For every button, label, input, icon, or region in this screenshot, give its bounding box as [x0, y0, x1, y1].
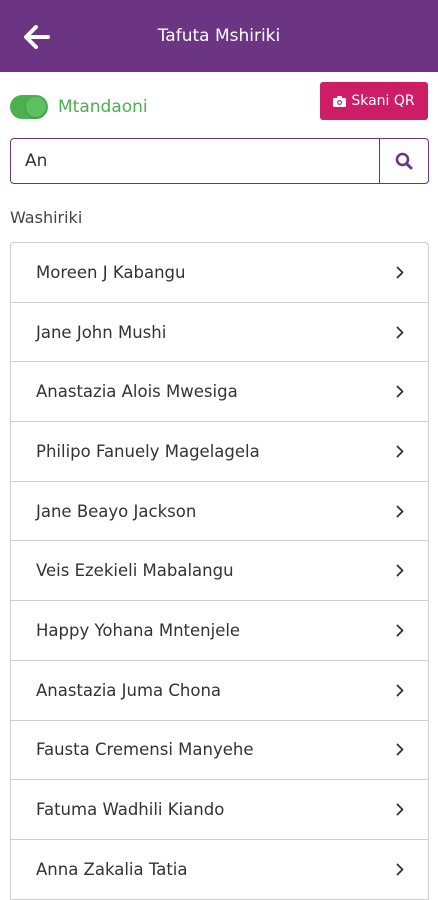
chevron-right-icon — [394, 325, 406, 339]
page-title: Tafuta Mshiriki — [157, 26, 281, 46]
search-button[interactable] — [379, 139, 428, 183]
participant-item[interactable]: Veis Ezekieli Mabalangu — [11, 541, 428, 602]
scan-qr-label: Skani QR — [351, 93, 415, 109]
participant-item[interactable]: Philipo Fanuely Magelagela — [11, 422, 428, 482]
participant-name: Veis Ezekieli Mabalangu — [36, 561, 234, 581]
chevron-right-icon — [394, 444, 406, 458]
online-toggle-row: Mtandaoni — [10, 92, 148, 122]
chevron-right-icon — [394, 623, 406, 637]
participant-name: Philipo Fanuely Magelagela — [36, 441, 260, 461]
chevron-right-icon — [394, 743, 406, 757]
online-toggle-label: Mtandaoni — [58, 97, 148, 117]
chevron-right-icon — [394, 683, 406, 697]
participant-name: Anna Zakalia Tatia — [36, 859, 188, 879]
camera-icon — [333, 95, 347, 107]
toggle-knob — [26, 97, 46, 117]
participants-heading: Washiriki — [10, 208, 83, 227]
participant-name: Jane John Mushi — [36, 322, 167, 342]
scan-qr-button[interactable]: Skani QR — [320, 82, 428, 120]
chevron-right-icon — [394, 385, 406, 399]
search-icon — [395, 152, 413, 170]
participant-name: Moreen J Kabangu — [36, 262, 186, 282]
online-toggle[interactable] — [10, 95, 48, 119]
chevron-right-icon — [394, 504, 406, 518]
participant-item[interactable]: Anastazia Juma Chona — [11, 661, 428, 721]
search-bar — [10, 138, 429, 184]
participant-item[interactable]: Happy Yohana Mntenjele — [11, 601, 428, 661]
participant-name: Anastazia Juma Chona — [36, 680, 222, 700]
participant-item[interactable]: Anna Zakalia Tatia — [11, 840, 428, 900]
app-bar: Tafuta Mshiriki — [0, 0, 438, 72]
chevron-right-icon — [394, 803, 406, 817]
participant-item[interactable]: Fausta Cremensi Manyehe — [11, 721, 428, 781]
chevron-right-icon — [394, 564, 406, 578]
search-input[interactable] — [11, 139, 379, 183]
participant-item[interactable]: Moreen J Kabangu — [11, 243, 428, 303]
participant-item[interactable]: Jane John Mushi — [11, 303, 428, 363]
participant-name: Fausta Cremensi Manyehe — [36, 740, 254, 760]
participant-item[interactable]: Anastazia Alois Mwesiga — [11, 362, 428, 423]
participant-item[interactable]: Jane Beayo Jackson — [11, 482, 428, 542]
participants-list: Moreen J Kabangu Jane John Mushi Anastaz… — [10, 242, 429, 900]
chevron-right-icon — [394, 265, 406, 279]
participant-name: Fatuma Wadhili Kiando — [36, 800, 225, 820]
chevron-right-icon — [394, 862, 406, 876]
participant-item[interactable]: Fatuma Wadhili Kiando — [11, 780, 428, 840]
participant-name: Anastazia Alois Mwesiga — [36, 382, 238, 402]
participant-name: Jane Beayo Jackson — [36, 501, 197, 521]
participant-name: Happy Yohana Mntenjele — [36, 620, 241, 640]
